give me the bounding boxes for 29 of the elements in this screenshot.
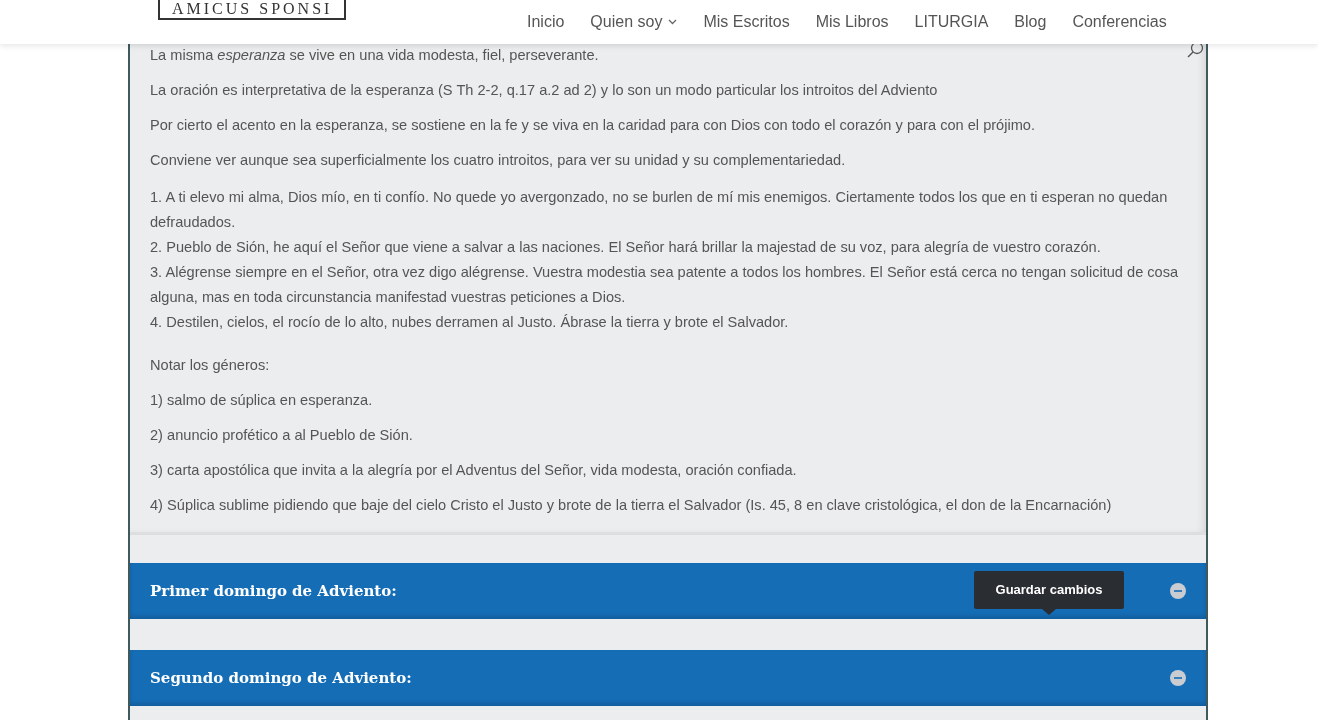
- nav-link[interactable]: LITURGIA: [914, 10, 989, 34]
- paragraph: 4) Súplica sublime pidiendo que baje del cielo Cristo el Justo y brote de la tierra el Salvador (Is. 45, 8 en clave cristológica, el don de la Encarnación): [150, 496, 1113, 515]
- verse-line: 1. A ti elevo mi alma, Dios mío, en ti confío. No quede yo avergonzado, no se burlen de mí mis enemigos. Ciertamente todos los que en ti esperan no quedan defraudados.: [150, 188, 1169, 232]
- paragraph: Notar los géneros:: [150, 356, 271, 375]
- paragraph: La misma esperanza se vive en una vida modesta, fiel, perseverante.: [150, 46, 600, 65]
- paragraph: 2) anuncio profético a al Pueblo de Sión.: [150, 426, 414, 445]
- collapse-icon[interactable]: [1170, 583, 1186, 599]
- tooltip: Guardar cambios: [974, 571, 1124, 609]
- nav-link[interactable]: Blog: [1014, 10, 1047, 34]
- tooltip-arrow: [1042, 609, 1056, 615]
- search-icon[interactable]: [1186, 41, 1204, 59]
- collapse-icon[interactable]: [1170, 670, 1186, 686]
- accordion-header[interactable]: Segundo domingo de Adviento:: [130, 650, 1206, 706]
- verse-line: 3. Alégrense siempre en el Señor, otra vez digo alégrense. Vuestra modestia sea patente a todos los hombres. El Señor está cerca no tengan solicitud de cosa alguna, mas en toda circunstancia manifestad vuestras peticiones a Dios.: [150, 263, 1180, 307]
- verse-line: 4. Destilen, cielos, el rocío de lo alto, nubes derramen al Justo. Ábrase la tierra y brote el Salvador.: [150, 313, 790, 332]
- nav-link[interactable]: Quien soy: [590, 10, 678, 34]
- paragraph: 3) carta apostólica que invita a la alegría por el Adventus del Señor, vida modesta, oración confiada.: [150, 461, 798, 480]
- verse-line: 2. Pueblo de Sión, he aquí el Señor que viene a salvar a las naciones. El Señor hará brillar la majestad de su voz, para alegría de vuestro corazón.: [150, 238, 1102, 257]
- chevron-down-icon: [668, 19, 678, 25]
- paragraph: Conviene ver aunque sea superficialmente los cuatro introitos, para ver su unidad y su complementariedad.: [150, 151, 847, 170]
- nav-link[interactable]: Mis Libros: [815, 10, 889, 34]
- paragraph: La oración es interpretativa de la esperanza (S Th 2-2, q.17 a.2 ad 2) y lo son un modo particular los introitos del Adviento: [150, 81, 939, 100]
- paragraph: 1) salmo de súplica en esperanza.: [150, 391, 374, 410]
- nav-link[interactable]: Conferencias: [1072, 10, 1167, 34]
- nav-link[interactable]: Mis Escritos: [703, 10, 790, 34]
- nav-link[interactable]: Inicio: [527, 10, 565, 34]
- paragraph: Por cierto el acento en la esperanza, se sostiene en la fe y se viva en la caridad para con Dios con todo el corazón y para con el prójimo.: [150, 116, 1037, 135]
- accordion-title: Segundo domingo de Adviento:: [150, 667, 412, 689]
- accordion-title: Primer domingo de Adviento:: [150, 580, 397, 602]
